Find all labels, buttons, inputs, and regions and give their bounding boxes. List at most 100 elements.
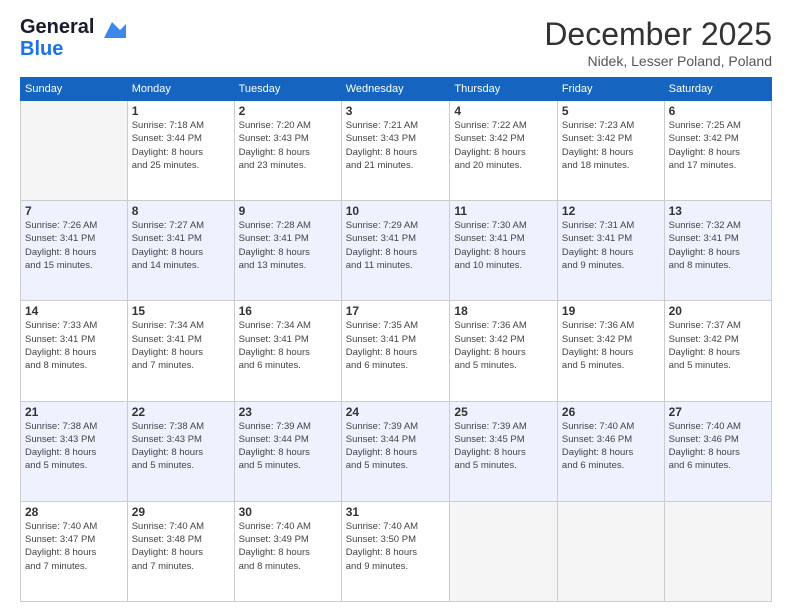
day-number: 6 <box>669 104 767 118</box>
table-row: 16Sunrise: 7:34 AM Sunset: 3:41 PM Dayli… <box>234 301 341 401</box>
table-row: 19Sunrise: 7:36 AM Sunset: 3:42 PM Dayli… <box>557 301 664 401</box>
calendar-week-3: 14Sunrise: 7:33 AM Sunset: 3:41 PM Dayli… <box>21 301 772 401</box>
day-info: Sunrise: 7:29 AM Sunset: 3:41 PM Dayligh… <box>346 219 446 272</box>
day-number: 1 <box>132 104 230 118</box>
day-info: Sunrise: 7:40 AM Sunset: 3:47 PM Dayligh… <box>25 520 123 573</box>
table-row: 28Sunrise: 7:40 AM Sunset: 3:47 PM Dayli… <box>21 501 128 601</box>
day-number: 31 <box>346 505 446 519</box>
day-info: Sunrise: 7:39 AM Sunset: 3:44 PM Dayligh… <box>239 420 337 473</box>
header-monday: Monday <box>127 78 234 101</box>
day-info: Sunrise: 7:30 AM Sunset: 3:41 PM Dayligh… <box>454 219 553 272</box>
logo-text: General Blue <box>20 16 94 60</box>
day-info: Sunrise: 7:32 AM Sunset: 3:41 PM Dayligh… <box>669 219 767 272</box>
table-row: 10Sunrise: 7:29 AM Sunset: 3:41 PM Dayli… <box>341 201 450 301</box>
calendar-week-2: 7Sunrise: 7:26 AM Sunset: 3:41 PM Daylig… <box>21 201 772 301</box>
day-number: 11 <box>454 204 553 218</box>
header-thursday: Thursday <box>450 78 558 101</box>
table-row: 17Sunrise: 7:35 AM Sunset: 3:41 PM Dayli… <box>341 301 450 401</box>
day-number: 10 <box>346 204 446 218</box>
table-row: 18Sunrise: 7:36 AM Sunset: 3:42 PM Dayli… <box>450 301 558 401</box>
day-number: 23 <box>239 405 337 419</box>
day-number: 5 <box>562 104 660 118</box>
table-row: 29Sunrise: 7:40 AM Sunset: 3:48 PM Dayli… <box>127 501 234 601</box>
table-row: 22Sunrise: 7:38 AM Sunset: 3:43 PM Dayli… <box>127 401 234 501</box>
table-row: 14Sunrise: 7:33 AM Sunset: 3:41 PM Dayli… <box>21 301 128 401</box>
day-info: Sunrise: 7:18 AM Sunset: 3:44 PM Dayligh… <box>132 119 230 172</box>
logo: General Blue <box>20 16 126 60</box>
day-info: Sunrise: 7:40 AM Sunset: 3:46 PM Dayligh… <box>669 420 767 473</box>
day-number: 27 <box>669 405 767 419</box>
day-info: Sunrise: 7:34 AM Sunset: 3:41 PM Dayligh… <box>132 319 230 372</box>
table-row <box>557 501 664 601</box>
calendar-week-1: 1Sunrise: 7:18 AM Sunset: 3:44 PM Daylig… <box>21 101 772 201</box>
day-number: 15 <box>132 304 230 318</box>
table-row <box>664 501 771 601</box>
day-info: Sunrise: 7:38 AM Sunset: 3:43 PM Dayligh… <box>25 420 123 473</box>
table-row: 8Sunrise: 7:27 AM Sunset: 3:41 PM Daylig… <box>127 201 234 301</box>
day-info: Sunrise: 7:20 AM Sunset: 3:43 PM Dayligh… <box>239 119 337 172</box>
month-title: December 2025 <box>544 16 772 53</box>
table-row: 7Sunrise: 7:26 AM Sunset: 3:41 PM Daylig… <box>21 201 128 301</box>
page: General Blue December 2025 Nidek, Lesser… <box>0 0 792 612</box>
day-info: Sunrise: 7:28 AM Sunset: 3:41 PM Dayligh… <box>239 219 337 272</box>
day-info: Sunrise: 7:40 AM Sunset: 3:49 PM Dayligh… <box>239 520 337 573</box>
table-row: 9Sunrise: 7:28 AM Sunset: 3:41 PM Daylig… <box>234 201 341 301</box>
day-number: 29 <box>132 505 230 519</box>
location: Nidek, Lesser Poland, Poland <box>544 53 772 69</box>
day-number: 24 <box>346 405 446 419</box>
title-area: December 2025 Nidek, Lesser Poland, Pola… <box>544 16 772 69</box>
day-info: Sunrise: 7:39 AM Sunset: 3:45 PM Dayligh… <box>454 420 553 473</box>
day-number: 28 <box>25 505 123 519</box>
day-number: 18 <box>454 304 553 318</box>
day-info: Sunrise: 7:36 AM Sunset: 3:42 PM Dayligh… <box>562 319 660 372</box>
table-row: 20Sunrise: 7:37 AM Sunset: 3:42 PM Dayli… <box>664 301 771 401</box>
day-number: 3 <box>346 104 446 118</box>
calendar-table: Sunday Monday Tuesday Wednesday Thursday… <box>20 77 772 602</box>
day-number: 17 <box>346 304 446 318</box>
day-info: Sunrise: 7:40 AM Sunset: 3:50 PM Dayligh… <box>346 520 446 573</box>
day-info: Sunrise: 7:31 AM Sunset: 3:41 PM Dayligh… <box>562 219 660 272</box>
header-friday: Friday <box>557 78 664 101</box>
header-wednesday: Wednesday <box>341 78 450 101</box>
day-number: 19 <box>562 304 660 318</box>
header-tuesday: Tuesday <box>234 78 341 101</box>
day-number: 14 <box>25 304 123 318</box>
day-info: Sunrise: 7:21 AM Sunset: 3:43 PM Dayligh… <box>346 119 446 172</box>
day-info: Sunrise: 7:27 AM Sunset: 3:41 PM Dayligh… <box>132 219 230 272</box>
table-row: 15Sunrise: 7:34 AM Sunset: 3:41 PM Dayli… <box>127 301 234 401</box>
day-info: Sunrise: 7:22 AM Sunset: 3:42 PM Dayligh… <box>454 119 553 172</box>
day-number: 16 <box>239 304 337 318</box>
calendar-week-4: 21Sunrise: 7:38 AM Sunset: 3:43 PM Dayli… <box>21 401 772 501</box>
table-row: 27Sunrise: 7:40 AM Sunset: 3:46 PM Dayli… <box>664 401 771 501</box>
day-info: Sunrise: 7:26 AM Sunset: 3:41 PM Dayligh… <box>25 219 123 272</box>
day-number: 9 <box>239 204 337 218</box>
table-row: 24Sunrise: 7:39 AM Sunset: 3:44 PM Dayli… <box>341 401 450 501</box>
table-row: 6Sunrise: 7:25 AM Sunset: 3:42 PM Daylig… <box>664 101 771 201</box>
table-row: 26Sunrise: 7:40 AM Sunset: 3:46 PM Dayli… <box>557 401 664 501</box>
day-info: Sunrise: 7:39 AM Sunset: 3:44 PM Dayligh… <box>346 420 446 473</box>
table-row: 23Sunrise: 7:39 AM Sunset: 3:44 PM Dayli… <box>234 401 341 501</box>
day-number: 22 <box>132 405 230 419</box>
day-info: Sunrise: 7:38 AM Sunset: 3:43 PM Dayligh… <box>132 420 230 473</box>
header: General Blue December 2025 Nidek, Lesser… <box>20 16 772 69</box>
day-number: 4 <box>454 104 553 118</box>
table-row: 21Sunrise: 7:38 AM Sunset: 3:43 PM Dayli… <box>21 401 128 501</box>
table-row: 5Sunrise: 7:23 AM Sunset: 3:42 PM Daylig… <box>557 101 664 201</box>
table-row: 11Sunrise: 7:30 AM Sunset: 3:41 PM Dayli… <box>450 201 558 301</box>
table-row: 25Sunrise: 7:39 AM Sunset: 3:45 PM Dayli… <box>450 401 558 501</box>
table-row <box>450 501 558 601</box>
day-number: 25 <box>454 405 553 419</box>
table-row: 30Sunrise: 7:40 AM Sunset: 3:49 PM Dayli… <box>234 501 341 601</box>
table-row: 31Sunrise: 7:40 AM Sunset: 3:50 PM Dayli… <box>341 501 450 601</box>
table-row: 4Sunrise: 7:22 AM Sunset: 3:42 PM Daylig… <box>450 101 558 201</box>
day-number: 12 <box>562 204 660 218</box>
day-info: Sunrise: 7:34 AM Sunset: 3:41 PM Dayligh… <box>239 319 337 372</box>
calendar-week-5: 28Sunrise: 7:40 AM Sunset: 3:47 PM Dayli… <box>21 501 772 601</box>
table-row <box>21 101 128 201</box>
day-number: 26 <box>562 405 660 419</box>
day-number: 7 <box>25 204 123 218</box>
table-row: 12Sunrise: 7:31 AM Sunset: 3:41 PM Dayli… <box>557 201 664 301</box>
calendar-header-row: Sunday Monday Tuesday Wednesday Thursday… <box>21 78 772 101</box>
table-row: 3Sunrise: 7:21 AM Sunset: 3:43 PM Daylig… <box>341 101 450 201</box>
day-info: Sunrise: 7:33 AM Sunset: 3:41 PM Dayligh… <box>25 319 123 372</box>
